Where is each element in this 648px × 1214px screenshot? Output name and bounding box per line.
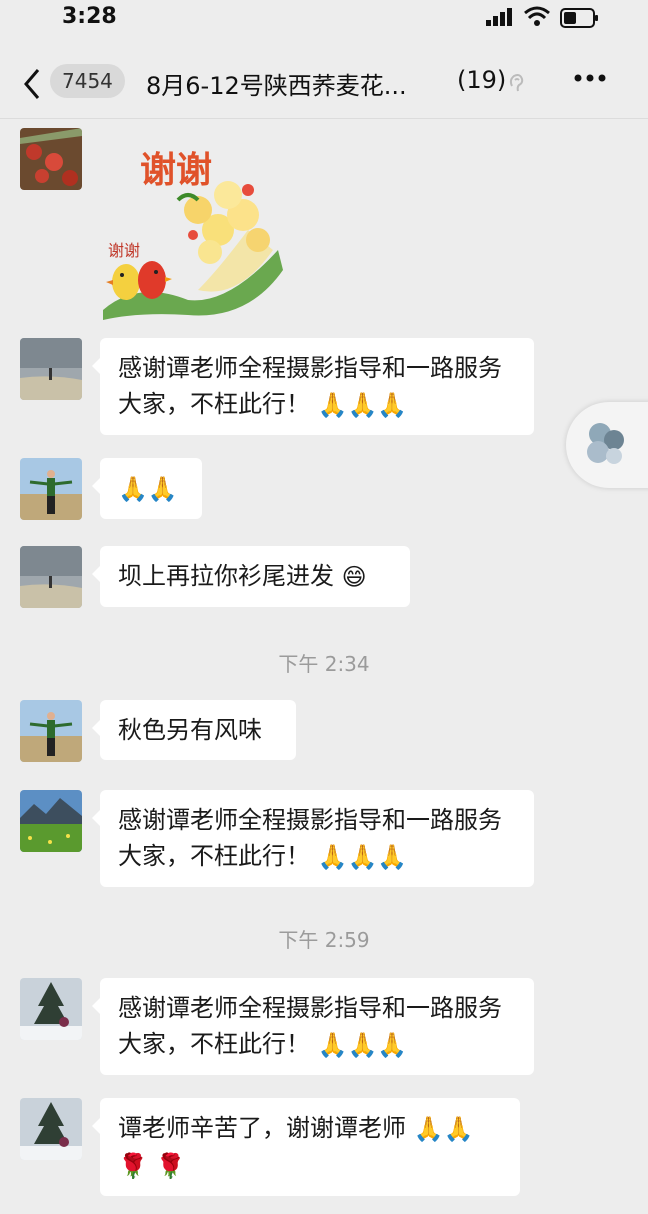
chat-messages: 谢谢 谢谢 感谢谭老师全程摄影指导和一路服务大家，不枉此行！ 🙏🙏🙏 🙏🙏 坝上… [0,118,648,1214]
chat-header: 7454 8月6-12号陕西荞麦花... (19) [0,36,648,119]
praying-hands-icon: 🙏🙏🙏 [317,1031,408,1059]
cellular-signal-icon [486,8,512,26]
back-chevron-icon[interactable] [22,68,42,100]
sticker-text-big: 谢谢 [140,150,212,191]
sticker-text-small: 谢谢 [108,241,140,260]
avatar[interactable] [20,546,82,608]
battery-icon [560,8,598,28]
message-bubble[interactable]: 坝上再拉你衫尾进发 😄 [92,546,410,607]
message-text: 秋色另有风味 [118,716,262,744]
praying-hands-icon: 🙏🙏 [118,475,178,503]
message-bubble[interactable]: 感谢谭老师全程摄影指导和一路服务大家，不枉此行！ 🙏🙏🙏 [92,338,534,435]
ear-mute-icon [509,74,524,92]
avatar[interactable] [20,790,82,852]
avatar[interactable] [20,458,82,520]
message-bubble[interactable]: 感谢谭老师全程摄影指导和一路服务大家，不枉此行！ 🙏🙏🙏 [92,978,534,1075]
floating-window-button[interactable] [566,402,648,488]
avatar[interactable] [20,338,82,400]
message-text: 谭老师辛苦了，谢谢谭老师 [118,1114,406,1142]
message-bubble[interactable]: 谭老师辛苦了，谢谢谭老师 🙏🙏 🌹 🌹 [92,1098,520,1196]
rose-icon: 🌹 🌹 [118,1152,186,1180]
avatar[interactable] [20,978,82,1040]
wifi-icon [524,6,550,26]
message-text: 感谢谭老师全程摄影指导和一路服务大家，不枉此行！ [118,806,502,870]
status-bar: 3:28 [0,0,648,34]
unread-count-badge[interactable]: 7454 [50,64,125,98]
chat-title: 8月6-12号陕西荞麦花... [146,72,407,100]
message-text: 坝上再拉你衫尾进发 [118,562,334,590]
member-count: (19) [457,66,507,94]
more-options-icon[interactable] [574,74,606,82]
timestamp: 下午 2:59 [278,928,370,952]
floating-window-icon [587,423,624,464]
thank-you-sticker[interactable]: 谢谢 谢谢 [98,130,298,320]
praying-hands-icon: 🙏🙏🙏 [317,391,408,419]
message-text: 感谢谭老师全程摄影指导和一路服务大家，不枉此行！ [118,994,502,1058]
praying-hands-icon: 🙏🙏🙏 [317,843,408,871]
avatar[interactable] [20,128,82,190]
message-bubble[interactable]: 🙏🙏 [92,458,202,519]
avatar[interactable] [20,1098,82,1160]
message-text: 感谢谭老师全程摄影指导和一路服务大家，不枉此行！ [118,354,502,418]
message-bubble[interactable]: 感谢谭老师全程摄影指导和一路服务大家，不枉此行！ 🙏🙏🙏 [92,790,534,887]
timestamp: 下午 2:34 [278,652,370,676]
avatar[interactable] [20,700,82,762]
status-time: 3:28 [62,4,117,29]
message-bubble[interactable]: 秋色另有风味 [92,700,296,760]
praying-hands-icon: 🙏🙏 [413,1115,474,1143]
grinning-face-icon: 😄 [341,563,367,591]
